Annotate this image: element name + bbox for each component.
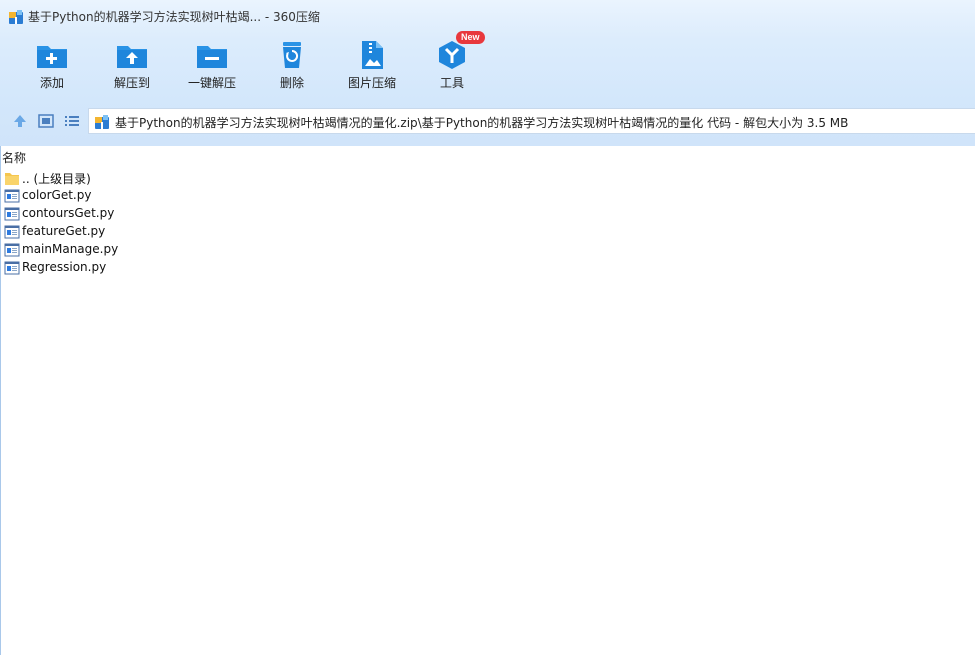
- tools-label: 工具: [439, 76, 464, 90]
- tools-icon: [439, 41, 465, 69]
- image-compress-icon: [362, 41, 383, 69]
- one-click-extract-button[interactable]: 一键解压: [172, 38, 252, 98]
- python-file-icon: [4, 225, 20, 239]
- add-button[interactable]: 添加: [12, 38, 92, 98]
- new-badge: New: [456, 31, 485, 44]
- list-view-icon[interactable]: [63, 112, 81, 130]
- path-bar[interactable]: 基于Python的机器学习方法实现树叶枯竭情况的量化.zip\基于Python的…: [88, 108, 975, 134]
- file-list-pane: 名称 .. (上级目录) colorGet.py contoursGet.py …: [0, 146, 975, 655]
- list-item-name: .. (上级目录): [22, 172, 91, 186]
- list-item-name: contoursGet.py: [22, 206, 115, 220]
- add-label: 添加: [39, 76, 64, 90]
- extract-to-label: 解压到: [113, 76, 150, 90]
- folder-icon: [5, 173, 19, 185]
- extract-to-button[interactable]: 解压到: [92, 38, 172, 98]
- image-compress-button[interactable]: 图片压缩: [332, 38, 412, 98]
- window-title: 基于Python的机器学习方法实现树叶枯竭... - 360压缩: [28, 10, 320, 24]
- column-header-name[interactable]: 名称: [1, 148, 975, 166]
- delete-label: 删除: [279, 76, 304, 90]
- thumbnail-view-icon[interactable]: [37, 112, 55, 130]
- one-click-extract-icon: [197, 46, 227, 68]
- archive-icon: [95, 115, 109, 129]
- path-text: 基于Python的机器学习方法实现树叶枯竭情况的量化.zip\基于Python的…: [115, 116, 849, 130]
- app-window: 基于Python的机器学习方法实现树叶枯竭... - 360压缩 添加 解压到: [0, 0, 975, 655]
- python-file-icon: [4, 243, 20, 257]
- one-click-extract-label: 一键解压: [187, 76, 236, 90]
- up-arrow-icon[interactable]: [11, 112, 29, 130]
- list-item-name: featureGet.py: [22, 224, 106, 238]
- delete-button[interactable]: 删除: [252, 38, 332, 98]
- python-file-icon: [4, 207, 20, 221]
- list-item-name: mainManage.py: [22, 242, 119, 256]
- column-header-label: 名称: [2, 151, 27, 165]
- tools-button[interactable]: New 工具: [412, 31, 492, 98]
- python-file-icon: [4, 189, 20, 203]
- extract-to-icon: [117, 46, 147, 68]
- title-bar: 基于Python的机器学习方法实现树叶枯竭... - 360压缩: [0, 0, 975, 34]
- add-folder-icon: [37, 46, 67, 68]
- image-compress-label: 图片压缩: [347, 76, 396, 90]
- archive-icon: [9, 10, 23, 24]
- navigation-bar: 基于Python的机器学习方法实现树叶枯竭情况的量化.zip\基于Python的…: [0, 106, 975, 136]
- recycle-bin-icon: [283, 42, 301, 68]
- list-item-name: colorGet.py: [22, 188, 92, 202]
- list-item-name: Regression.py: [22, 260, 107, 274]
- python-file-icon: [4, 261, 20, 275]
